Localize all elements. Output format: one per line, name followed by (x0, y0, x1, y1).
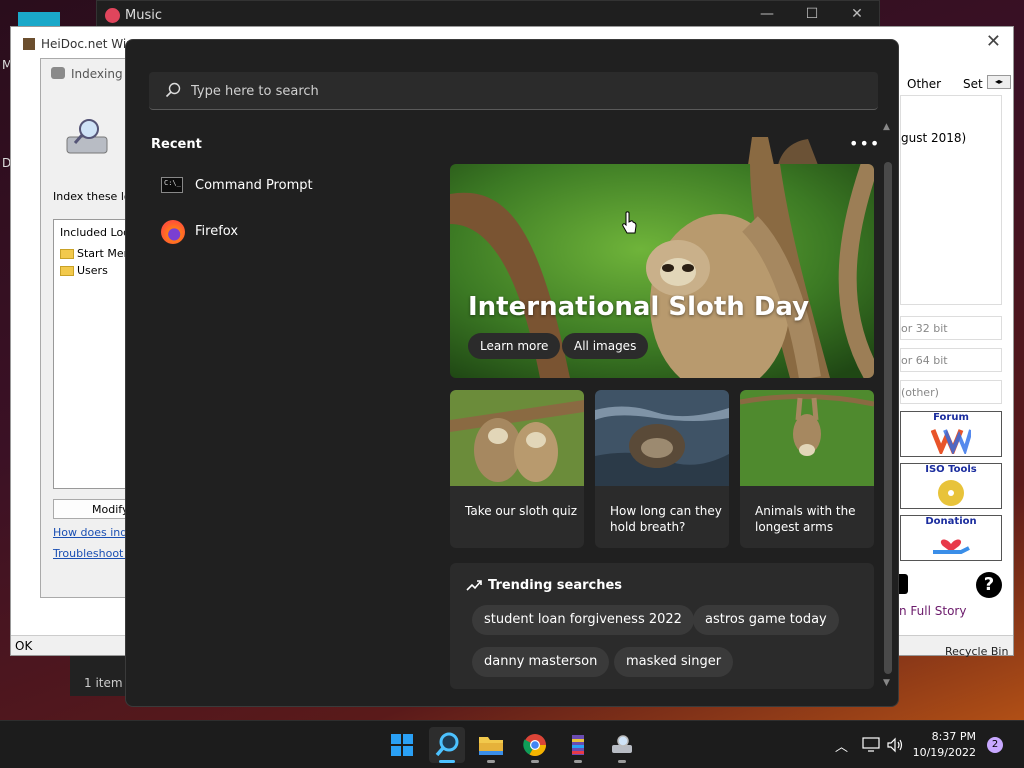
trending-arrow-icon (466, 580, 482, 591)
indexing-app-button[interactable] (604, 727, 640, 763)
tab-other[interactable]: Other (907, 77, 941, 91)
trending-searches-panel: Trending searches student loan forgivene… (450, 563, 874, 689)
card-hold-breath[interactable]: How long can they hold breath? (595, 390, 729, 548)
sloth-quiz-image (450, 390, 584, 486)
card-longest-arms[interactable]: Animals with the longest arms (740, 390, 874, 548)
indexing-app-icon (51, 67, 65, 79)
full-story-link[interactable]: n Full Story (899, 604, 966, 618)
archive-icon (572, 735, 584, 755)
clock-time[interactable]: 8:37 PM (918, 730, 976, 743)
swimming-sloth-image (595, 390, 729, 486)
card-caption: How long can they hold breath? (610, 504, 722, 534)
card-sloth-quiz[interactable]: Take our sloth quiz (450, 390, 584, 548)
indexing-magnifier-icon (66, 119, 108, 154)
firefox-icon (161, 220, 185, 244)
search-icon (165, 82, 181, 98)
iso-tools-label: ISO Tools (925, 464, 977, 475)
volume-icon[interactable] (886, 737, 904, 753)
running-indicator (487, 760, 495, 763)
taskbar: ︿ 8:37 PM 10/19/2022 2 (0, 720, 1024, 768)
forum-logo-icon (931, 429, 971, 454)
start-button[interactable] (384, 727, 420, 763)
scroll-down-arrow[interactable]: ▼ (883, 678, 890, 688)
download-field[interactable]: (other) (900, 380, 1002, 404)
trending-chip[interactable]: masked singer (614, 647, 734, 677)
recent-item-firefox[interactable]: Firefox (151, 214, 421, 250)
list-item[interactable]: Users (60, 264, 108, 277)
file-explorer-button[interactable] (473, 727, 509, 763)
more-options-button[interactable]: ••• (849, 134, 880, 153)
donation-button[interactable]: Donation (900, 515, 1002, 561)
command-prompt-icon: C:\_ (161, 177, 183, 193)
folder-icon (60, 266, 74, 276)
running-indicator (574, 760, 582, 763)
indexing-options-icon (612, 735, 632, 753)
network-icon[interactable] (862, 737, 880, 753)
scrollbar-thumb[interactable] (884, 162, 892, 674)
hanging-sloth-image (740, 390, 874, 486)
recent-item-command-prompt[interactable]: C:\_ Command Prompt (151, 168, 421, 204)
close-button[interactable]: ✕ (986, 31, 1001, 52)
trending-chip[interactable]: danny masterson (472, 647, 610, 677)
active-indicator (439, 760, 455, 763)
recent-heading: Recent (151, 137, 202, 152)
trending-heading: Trending searches (488, 578, 623, 593)
download-field[interactable]: or 64 bit (900, 348, 1002, 372)
chrome-icon (523, 734, 546, 756)
minimize-button[interactable]: — (752, 6, 782, 22)
music-window-title: Music (125, 8, 162, 23)
folder-icon (479, 737, 503, 755)
forum-button[interactable]: Forum (900, 411, 1002, 457)
card-caption: Animals with the longest arms (755, 504, 856, 534)
learn-more-button[interactable]: Learn more (468, 333, 561, 359)
chevron-up-icon[interactable]: ︿ (835, 736, 848, 755)
archive-app-button[interactable] (560, 727, 596, 763)
tab-settings[interactable]: Set (963, 77, 983, 91)
download-field[interactable]: or 32 bit (900, 316, 1002, 340)
recent-item-label: Firefox (195, 224, 239, 239)
search-taskbar-button[interactable] (429, 727, 465, 763)
close-button[interactable]: ✕ (842, 6, 872, 22)
maximize-button[interactable]: ☐ (797, 6, 827, 22)
folder-icon (60, 249, 74, 259)
disc-icon (938, 480, 964, 506)
info-panel: gust 2018) (900, 95, 1002, 305)
notification-badge[interactable]: 2 (987, 737, 1003, 753)
music-app-icon (105, 8, 120, 23)
search-box[interactable] (149, 72, 878, 110)
trending-chip[interactable]: student loan forgiveness 2022 (472, 605, 694, 635)
status-text: OK (15, 639, 33, 653)
search-icon (435, 732, 459, 757)
heart-hand-icon (933, 539, 970, 554)
explorer-status-text: 1 item (70, 656, 130, 696)
card-caption: Take our sloth quiz (465, 504, 578, 518)
hero-card[interactable]: International Sloth Day Learn more All i… (450, 164, 874, 378)
heidoc-window-title: HeiDoc.net Win (41, 37, 134, 51)
running-indicator (531, 760, 539, 763)
hero-overhang-art (748, 137, 818, 165)
search-input[interactable] (191, 72, 791, 110)
troubleshoot-link[interactable]: Troubleshoot s (53, 547, 133, 560)
recent-item-label: Command Prompt (195, 178, 313, 193)
tab-scroll-arrows[interactable]: ◂▸ (987, 75, 1011, 89)
clock-date[interactable]: 10/19/2022 (912, 746, 976, 759)
help-icon[interactable]: ? (976, 572, 1002, 598)
hero-title: International Sloth Day (468, 292, 810, 322)
scroll-up-arrow[interactable]: ▲ (883, 122, 890, 132)
all-images-button[interactable]: All images (562, 333, 649, 359)
chrome-button[interactable] (517, 727, 553, 763)
date-text: gust 2018) (901, 131, 967, 145)
windows-logo-icon (391, 734, 413, 756)
hand-cursor-icon (622, 211, 637, 234)
donation-label: Donation (925, 516, 977, 527)
tab-strip: Other Set ◂▸ (901, 73, 1013, 95)
trending-chip[interactable]: astros game today (693, 605, 839, 635)
forum-label: Forum (933, 412, 969, 423)
running-indicator (618, 760, 626, 763)
search-flyout[interactable]: Recent C:\_ Command Prompt Firefox ••• ▲… (125, 39, 899, 707)
heidoc-app-icon (23, 38, 35, 50)
iso-tools-button[interactable]: ISO Tools (900, 463, 1002, 509)
recycle-bin-label[interactable]: Recycle Bin (945, 645, 1008, 658)
